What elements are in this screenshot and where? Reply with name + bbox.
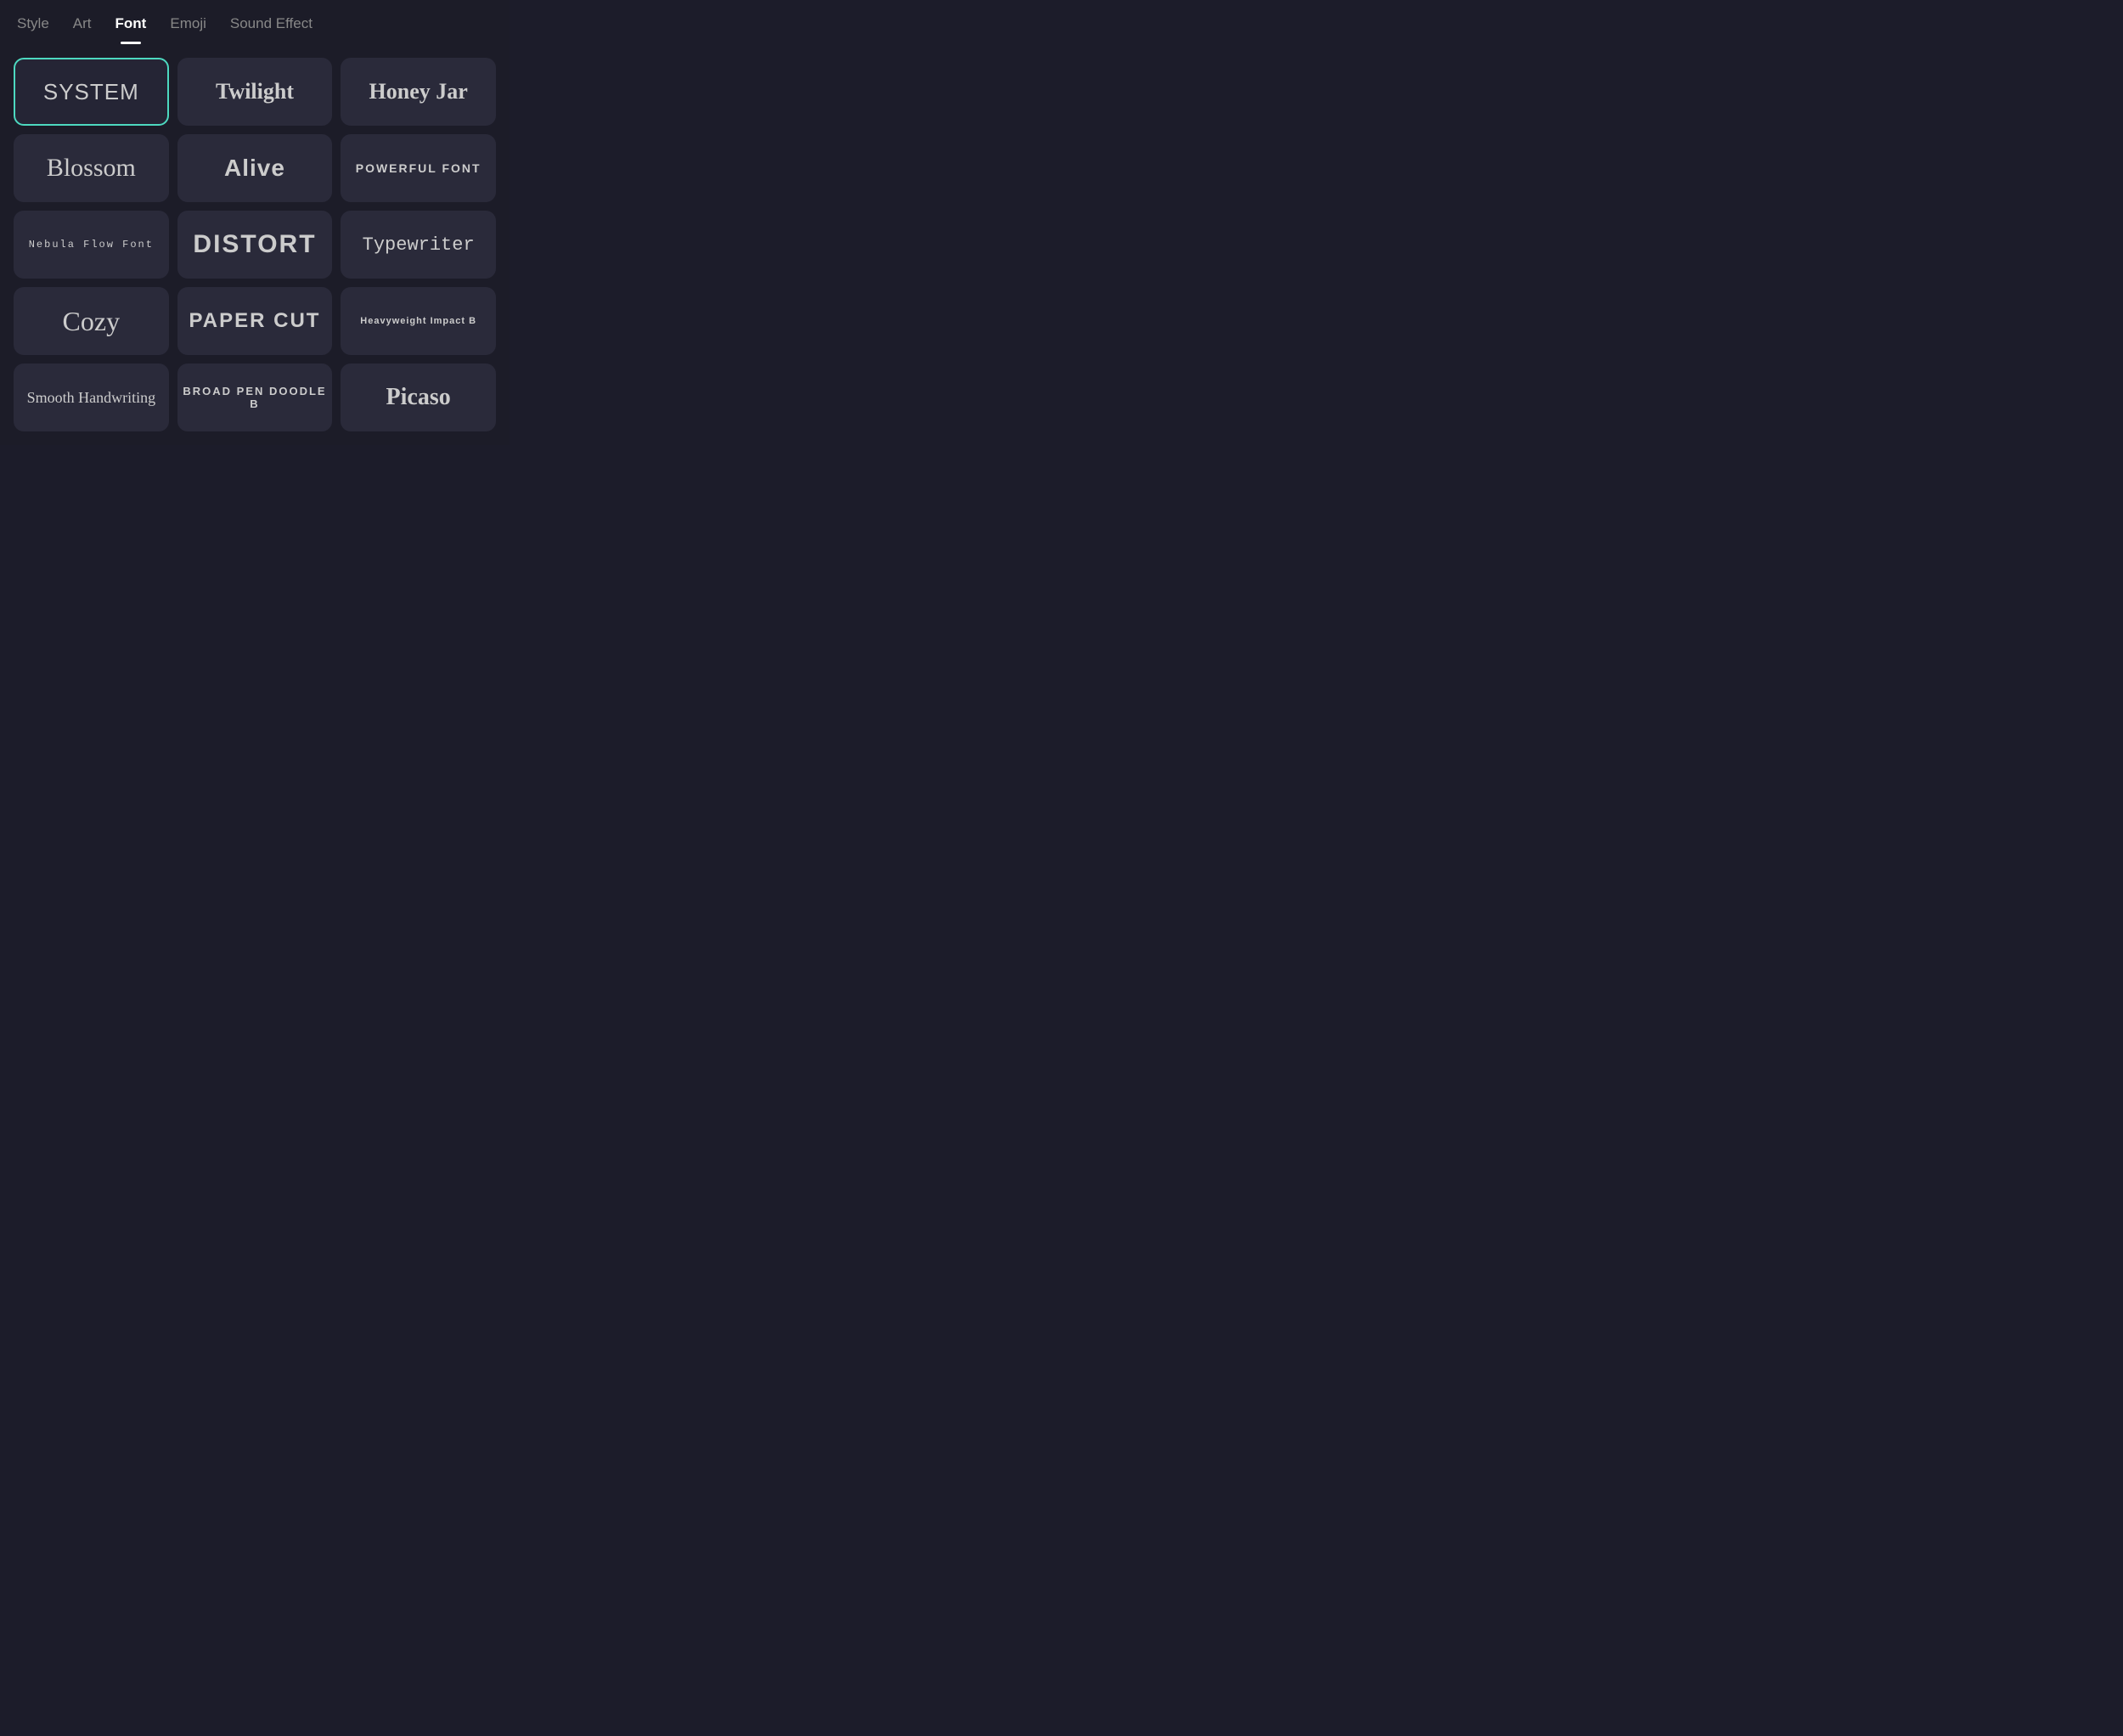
- app-container: Style Art Font Emoji Sound Effect SYSTEM Twil…: [0, 0, 510, 445]
- font-cell-blossom[interactable]: Blossom: [14, 134, 169, 202]
- font-cell-distort[interactable]: DISTORT: [177, 211, 333, 279]
- font-label-nebula-flow: Nebula Flow Font: [29, 239, 154, 251]
- tab-sound-effect[interactable]: Sound Effect: [230, 15, 313, 41]
- tab-emoji[interactable]: Emoji: [170, 15, 206, 41]
- font-label-distort: DISTORT: [193, 230, 316, 259]
- tab-style[interactable]: Style: [17, 15, 49, 41]
- font-cell-smooth-handwriting[interactable]: Smooth Handwriting: [14, 364, 169, 431]
- font-label-blossom: Blossom: [47, 154, 136, 183]
- font-label-typewriter: Typewriter: [363, 234, 475, 256]
- font-label-paper-cut: PAPER CUT: [189, 309, 321, 333]
- font-label-picaso: Picaso: [386, 384, 451, 411]
- font-cell-alive[interactable]: Alive: [177, 134, 333, 202]
- font-label-broad-pen: BROAD PEN DOODLE B: [179, 385, 331, 410]
- font-cell-honey-jar[interactable]: Honey Jar: [341, 58, 496, 126]
- font-cell-cozy[interactable]: Cozy: [14, 287, 169, 355]
- font-cell-typewriter[interactable]: Typewriter: [341, 211, 496, 279]
- font-cell-powerful-font[interactable]: POWERFUL FONT: [341, 134, 496, 202]
- font-label-powerful-font: POWERFUL FONT: [356, 161, 481, 175]
- tab-bar: Style Art Font Emoji Sound Effect: [0, 0, 510, 41]
- font-cell-twilight[interactable]: Twilight: [177, 58, 333, 126]
- font-cell-paper-cut[interactable]: PAPER CUT: [177, 287, 333, 355]
- font-label-twilight: Twilight: [216, 79, 294, 104]
- font-label-heavyweight: Heavyweight Impact B: [360, 316, 476, 326]
- font-cell-broad-pen[interactable]: BROAD PEN DOODLE B: [177, 364, 333, 431]
- tab-items: Style Art Font Emoji Sound Effect: [17, 15, 493, 41]
- font-cell-heavyweight[interactable]: Heavyweight Impact B: [341, 287, 496, 355]
- font-label-honey-jar: Honey Jar: [369, 79, 468, 104]
- font-label-system: SYSTEM: [43, 79, 139, 105]
- font-grid: SYSTEM Twilight Honey Jar Blossom Alive POWER…: [0, 41, 510, 445]
- font-label-smooth-handwriting: Smooth Handwriting: [27, 389, 156, 407]
- tab-art[interactable]: Art: [73, 15, 92, 41]
- font-label-cozy: Cozy: [63, 306, 121, 337]
- tab-font[interactable]: Font: [115, 15, 147, 41]
- font-cell-nebula-flow[interactable]: Nebula Flow Font: [14, 211, 169, 279]
- font-label-alive: Alive: [224, 155, 285, 182]
- font-cell-picaso[interactable]: Picaso: [341, 364, 496, 431]
- font-cell-system[interactable]: SYSTEM: [14, 58, 169, 126]
